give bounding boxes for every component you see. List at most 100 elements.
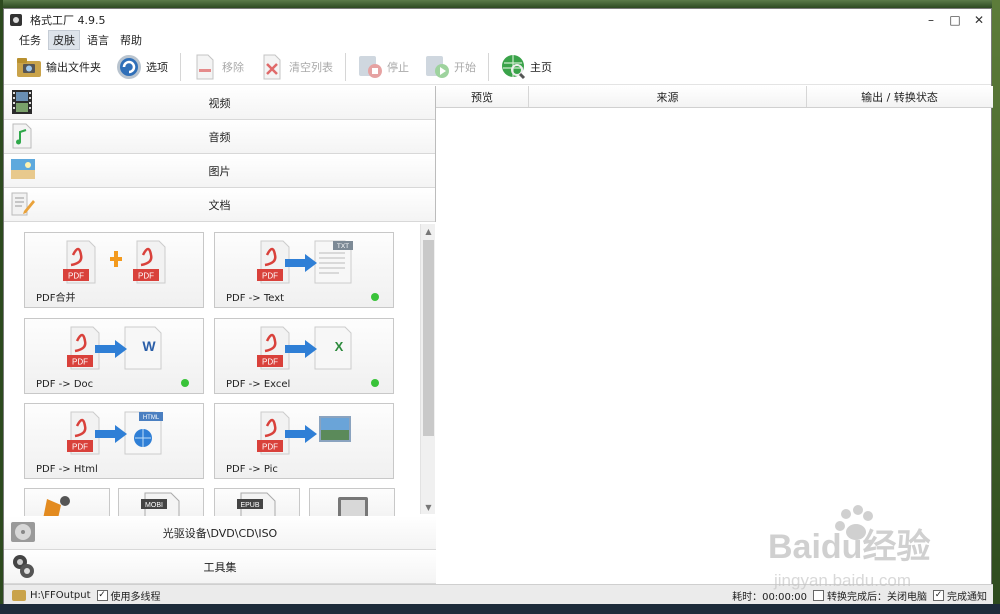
picture-icon [10, 157, 36, 183]
category-document-label: 文档 [208, 198, 231, 212]
epub-tag: EPUB [240, 502, 259, 509]
home-button[interactable]: 主页 [497, 51, 554, 83]
after-convert-checkbox[interactable] [813, 589, 824, 601]
document-scrollbar[interactable]: ▲ ▼ [420, 224, 435, 514]
status-dot [181, 379, 189, 387]
category-video-label: 视频 [208, 96, 231, 110]
scroll-thumb[interactable] [423, 240, 434, 436]
tile-pdf-to-doc[interactable]: PDF W PDF -> Doc [24, 318, 204, 394]
status-dot [371, 379, 379, 387]
tile-partial-epub[interactable]: EPUB [214, 488, 300, 516]
status-dot [371, 293, 379, 301]
toolbox-icon [10, 553, 36, 579]
svg-text:X: X [335, 339, 344, 354]
desktop-taskbar [0, 604, 1000, 614]
output-folder-button[interactable]: 输出文件夹 [13, 51, 103, 83]
status-right: 耗时：00:00:00 转换完成后：关闭电脑 ✓ 完成通知 [732, 588, 993, 603]
pdf-to-excel-icon: PDF X [257, 326, 352, 370]
tile-pdf-to-html[interactable]: PDF HTML PDF -> Html [24, 403, 204, 479]
svg-text:HTML: HTML [143, 415, 160, 421]
tile-label: PDF -> Pic [226, 464, 278, 475]
stop-icon [356, 53, 384, 81]
category-video[interactable]: 视频 [4, 86, 435, 120]
notify-label: 完成通知 [947, 591, 987, 603]
stop-label: 停止 [387, 60, 409, 74]
category-disc[interactable]: 光驱设备\DVD\CD\ISO [4, 516, 436, 550]
tile-label: PDF -> Doc [36, 379, 94, 390]
output-path[interactable]: H:\FFOutput [30, 590, 91, 601]
tile-pdf-to-pic[interactable]: PDF PDF -> Pic [214, 403, 394, 479]
remove-button[interactable]: 移除 [189, 51, 246, 83]
tile-pdf-merge[interactable]: PDF PDF PDF合并 [24, 232, 204, 308]
menu-language[interactable]: 语言 [83, 31, 113, 49]
options-button[interactable]: 选项 [113, 51, 170, 83]
maximize-button[interactable]: □ [943, 9, 967, 31]
svg-text:TXT: TXT [337, 243, 349, 250]
minimize-button[interactable]: – [919, 9, 943, 31]
menu-task[interactable]: 任务 [15, 31, 45, 49]
title-bar: 格式工厂 4.9.5 – □ ✕ [4, 9, 991, 31]
main-area: 视频 音频 图片 文档 PDF PDF PDF合并 PDF TXT PDF ->… [4, 86, 993, 584]
task-table-header: 预览 来源 输出 / 转换状态 [436, 86, 993, 108]
home-globe-icon [499, 53, 527, 81]
film-icon [10, 89, 36, 115]
multithread-label: 使用多线程 [110, 591, 161, 603]
menu-skin[interactable]: 皮肤 [48, 30, 80, 50]
tile-partial-1[interactable] [24, 488, 110, 516]
menu-help[interactable]: 帮助 [116, 31, 146, 49]
svg-text:PDF: PDF [138, 272, 154, 281]
category-disc-label: 光驱设备\DVD\CD\ISO [162, 526, 278, 540]
home-label: 主页 [530, 60, 552, 74]
document-tools-grid: PDF PDF PDF合并 PDF TXT PDF -> Text PDF W … [4, 222, 436, 516]
output-folder-icon [12, 589, 26, 601]
disc-drive-icon [10, 519, 36, 545]
clear-x-icon [258, 53, 286, 81]
music-note-icon [10, 123, 36, 149]
clear-list-label: 清空列表 [289, 60, 333, 74]
multithread-checkbox[interactable]: ✓ [96, 589, 108, 601]
ebook-reader-icon [338, 497, 368, 516]
column-output-status[interactable]: 输出 / 转换状态 [807, 86, 992, 107]
category-image-label: 图片 [208, 164, 231, 178]
pdf-to-pic-icon: PDF [257, 411, 351, 455]
category-audio[interactable]: 音频 [4, 120, 435, 154]
tile-label: PDF合并 [36, 293, 76, 304]
mobi-icon: MOBI [141, 492, 180, 516]
epub-icon: EPUB [237, 492, 276, 516]
stop-button[interactable]: 停止 [354, 51, 411, 83]
column-preview[interactable]: 预览 [436, 86, 529, 107]
category-document[interactable]: 文档 [4, 188, 435, 222]
column-source[interactable]: 来源 [529, 86, 807, 107]
svg-text:PDF: PDF [262, 272, 278, 281]
pdf-to-doc-icon: PDF W [67, 326, 162, 370]
gear-icon [115, 53, 143, 81]
svg-text:W: W [142, 338, 156, 354]
tile-pdf-to-excel[interactable]: PDF X PDF -> Excel [214, 318, 394, 394]
close-button[interactable]: ✕ [967, 9, 991, 31]
tool-icon [43, 496, 70, 516]
scroll-down-arrow-icon[interactable]: ▼ [421, 500, 436, 514]
document-pencil-icon [10, 191, 36, 217]
tile-partial-mobi[interactable]: MOBI [118, 488, 204, 516]
pdf-merge-icon: PDF PDF [63, 240, 166, 284]
remove-document-icon [191, 53, 219, 81]
remove-label: 移除 [222, 60, 244, 74]
toolbar-separator [345, 52, 346, 81]
options-label: 选项 [146, 60, 168, 74]
notify-checkbox[interactable]: ✓ [933, 589, 944, 601]
scroll-up-arrow-icon[interactable]: ▲ [421, 224, 436, 238]
svg-text:PDF: PDF [68, 272, 84, 281]
start-button[interactable]: 开始 [421, 51, 478, 83]
category-image[interactable]: 图片 [4, 154, 435, 188]
window-controls: – □ ✕ [919, 9, 991, 31]
toolbar-separator [488, 52, 489, 81]
svg-text:PDF: PDF [262, 443, 278, 452]
clear-list-button[interactable]: 清空列表 [256, 51, 335, 83]
category-tools[interactable]: 工具集 [4, 550, 436, 584]
elapsed-time: 耗时：00:00:00 [732, 591, 807, 603]
toolbar: 输出文件夹 选项 移除 清空列表 停止 开始 主页 [4, 49, 991, 85]
svg-text:PDF: PDF [72, 358, 88, 367]
tile-pdf-to-text[interactable]: PDF TXT PDF -> Text [214, 232, 394, 308]
category-panel: 视频 音频 图片 文档 PDF PDF PDF合并 PDF TXT PDF ->… [4, 86, 436, 584]
tile-partial-4[interactable] [309, 488, 395, 516]
